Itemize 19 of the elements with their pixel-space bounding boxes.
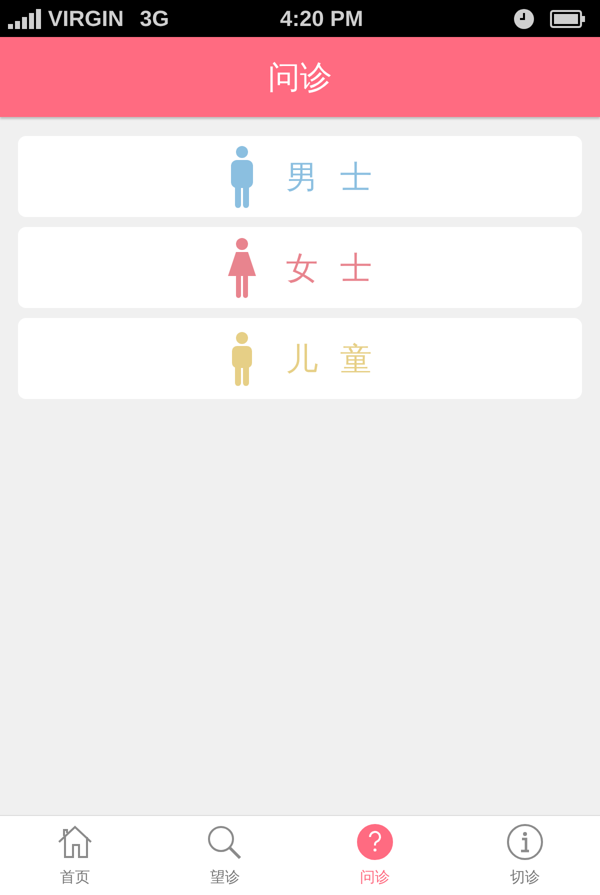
signal-icon [8, 8, 44, 28]
tab-item[interactable]: 切诊 [450, 816, 600, 895]
category-label: 儿 童 [286, 338, 378, 380]
status-time: 4:20 PM [280, 5, 364, 33]
network-type: 3G [140, 5, 170, 33]
category-card[interactable]: 女 士 [18, 227, 582, 308]
category-card[interactable]: 男 士 [18, 136, 582, 217]
category-card[interactable]: 儿 童 [18, 318, 582, 399]
category-label: 女 士 [286, 248, 378, 288]
help-icon [355, 824, 395, 862]
carrier-name: VIRGIN [48, 5, 124, 33]
tab-item[interactable]: 望诊 [150, 816, 300, 895]
clock-icon [514, 8, 534, 28]
tab-item[interactable]: 问诊 [300, 816, 450, 895]
tab-item[interactable]: 首页 [0, 816, 150, 895]
info-icon [505, 824, 545, 862]
battery-icon [550, 10, 586, 28]
page-title: 问诊 [268, 57, 332, 98]
category-label: 男 士 [286, 156, 378, 198]
